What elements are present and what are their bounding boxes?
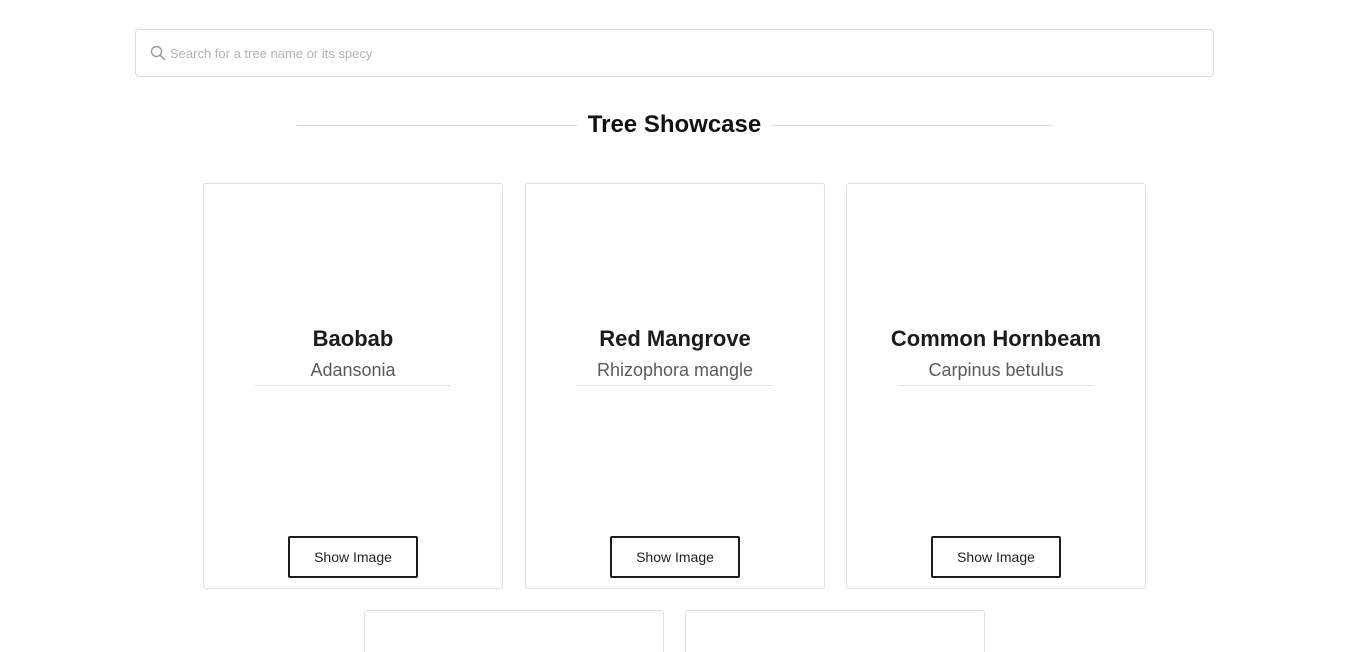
tree-card-partial: [685, 610, 985, 652]
tree-card: Red Mangrove Rhizophora mangle Show Imag…: [525, 183, 825, 589]
section-heading: Tree Showcase: [297, 108, 1052, 142]
tree-name: Common Hornbeam: [890, 326, 1102, 351]
tree-card: Baobab Adansonia Show Image: [203, 183, 503, 589]
tree-name: Red Mangrove: [599, 326, 751, 351]
search-bar[interactable]: [135, 29, 1214, 77]
show-image-button[interactable]: Show Image: [610, 536, 740, 578]
tree-species: Rhizophora mangle: [577, 360, 773, 386]
show-image-button[interactable]: Show Image: [288, 536, 418, 578]
show-image-button[interactable]: Show Image: [931, 536, 1061, 578]
heading-divider-left: [297, 124, 577, 126]
page-title: Tree Showcase: [587, 111, 762, 138]
tree-card-partial: [364, 610, 664, 652]
tree-card: Common Hornbeam Carpinus betulus Show Im…: [846, 183, 1146, 589]
tree-species: Carpinus betulus: [898, 360, 1094, 386]
heading-divider-right: [772, 124, 1052, 126]
search-input[interactable]: [170, 30, 1200, 76]
search-icon: [150, 45, 166, 61]
tree-species: Adansonia: [255, 360, 451, 386]
tree-name: Baobab: [312, 326, 394, 351]
page: Tree Showcase Baobab Adansonia Show Imag…: [0, 0, 1347, 652]
